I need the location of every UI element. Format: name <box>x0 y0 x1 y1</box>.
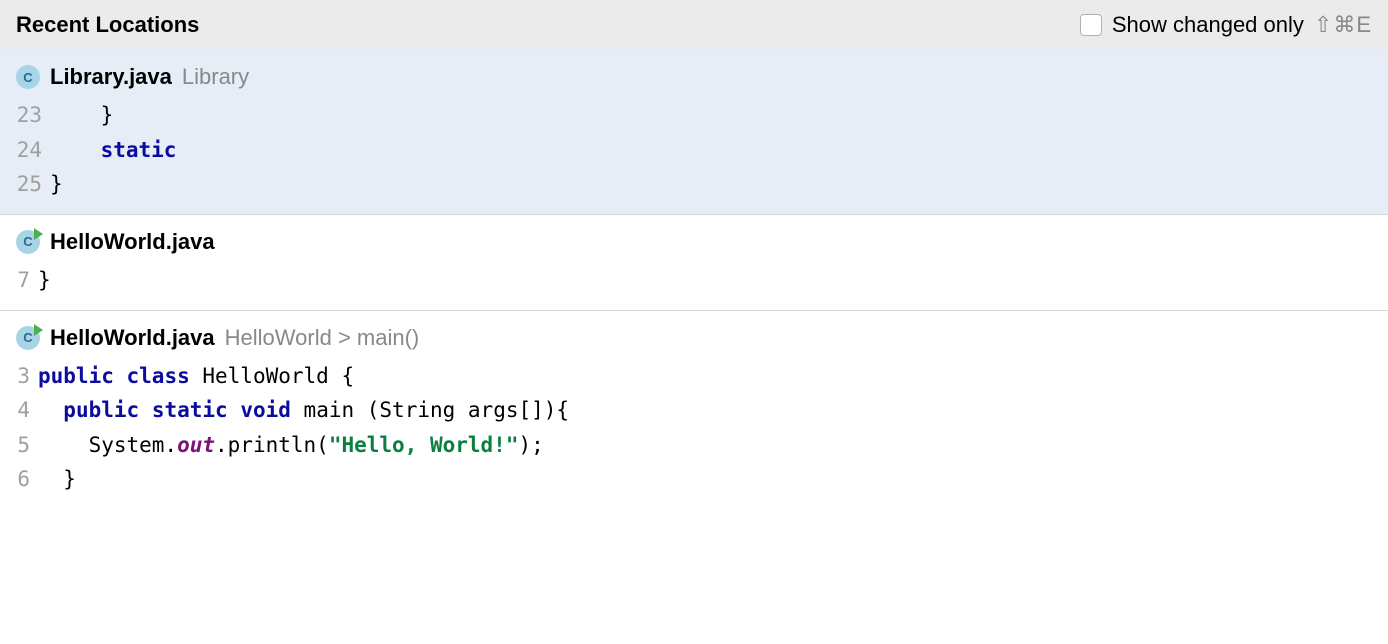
code-line: 4 public static void main (String args[]… <box>16 393 1372 428</box>
code-content: } <box>50 167 63 202</box>
code-content: public static void main (String args[]){ <box>38 393 569 428</box>
code-content: public class HelloWorld { <box>38 359 354 394</box>
show-changed-only-toggle[interactable]: Show changed only ⇧⌘E <box>1080 12 1372 38</box>
file-name: HelloWorld.java <box>50 325 215 351</box>
code-line: 3public class HelloWorld { <box>16 359 1372 394</box>
line-number: 7 <box>16 263 30 298</box>
line-number: 25 <box>16 167 42 202</box>
class-file-icon: C <box>16 230 40 254</box>
code-content: } <box>38 462 76 497</box>
run-badge-icon <box>34 324 43 336</box>
code-line: 24 static <box>16 133 1372 168</box>
code-line: 7} <box>16 263 1372 298</box>
code-content: } <box>50 98 113 133</box>
checkbox-label: Show changed only <box>1112 12 1304 38</box>
location-item[interactable]: C HelloWorld.java HelloWorld > main() 3publ… <box>0 311 1388 510</box>
breadcrumb: Library <box>182 64 249 90</box>
checkbox-icon[interactable] <box>1080 14 1102 36</box>
location-header[interactable]: C HelloWorld.java <box>0 215 1388 263</box>
class-file-icon: C <box>16 326 40 350</box>
code-line: 23 } <box>16 98 1372 133</box>
run-badge-icon <box>34 228 43 240</box>
file-name: Library.java <box>50 64 172 90</box>
code-snippet: 23 }24 static25} <box>0 98 1388 214</box>
code-content: } <box>38 263 51 298</box>
shortcut-hint: ⇧⌘E <box>1314 12 1372 38</box>
code-line: 6 } <box>16 462 1372 497</box>
class-file-icon: C <box>16 65 40 89</box>
line-number: 24 <box>16 133 42 168</box>
line-number: 23 <box>16 98 42 133</box>
line-number: 6 <box>16 462 30 497</box>
code-line: 25} <box>16 167 1372 202</box>
location-item[interactable]: C Library.java Library 23 }24 static25} <box>0 50 1388 215</box>
popup-header: Recent Locations Show changed only ⇧⌘E <box>0 0 1388 50</box>
popup-title: Recent Locations <box>16 12 199 38</box>
location-item[interactable]: C HelloWorld.java 7} <box>0 215 1388 311</box>
line-number: 4 <box>16 393 30 428</box>
code-content: System.out.println("Hello, World!"); <box>38 428 544 463</box>
file-name: HelloWorld.java <box>50 229 215 255</box>
code-line: 5 System.out.println("Hello, World!"); <box>16 428 1372 463</box>
location-header[interactable]: C HelloWorld.java HelloWorld > main() <box>0 311 1388 359</box>
code-snippet: 3public class HelloWorld {4 public stati… <box>0 359 1388 510</box>
line-number: 5 <box>16 428 30 463</box>
line-number: 3 <box>16 359 30 394</box>
breadcrumb: HelloWorld > main() <box>225 325 420 351</box>
code-snippet: 7} <box>0 263 1388 310</box>
location-header[interactable]: C Library.java Library <box>0 50 1388 98</box>
code-content: static <box>50 133 176 168</box>
locations-list: CLibrary.javaLibrary23 }24 static25}CHel… <box>0 50 1388 509</box>
